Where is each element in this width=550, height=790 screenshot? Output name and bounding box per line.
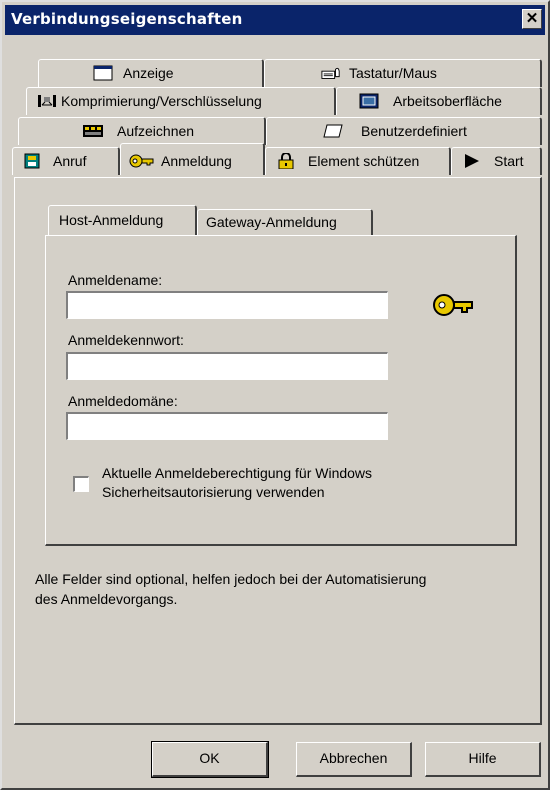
tab-anzeige-label: Anzeige bbox=[123, 65, 174, 81]
record-icon bbox=[83, 125, 103, 137]
tab-arbeitsoberflaeche-label: Arbeitsoberfläche bbox=[393, 93, 502, 109]
tab-anruf[interactable]: Anruf bbox=[12, 147, 120, 175]
tab-aufzeichnen[interactable]: Aufzeichnen bbox=[18, 117, 266, 145]
custom-icon bbox=[323, 124, 343, 138]
info-text-line2: des Anmeldevorgangs. bbox=[35, 591, 178, 607]
tab-anruf-label: Anruf bbox=[53, 153, 87, 169]
desktop-icon bbox=[359, 93, 379, 109]
tab-element-schuetzen-label: Element schützen bbox=[308, 153, 420, 169]
display-icon bbox=[93, 65, 113, 81]
key-icon bbox=[433, 294, 473, 316]
use-windows-credentials-checkbox[interactable] bbox=[73, 476, 89, 492]
cancel-button[interactable]: Abbrechen bbox=[296, 742, 412, 777]
checkbox-label-line2: Sicherheitsautorisierung verwenden bbox=[102, 484, 325, 500]
tab-aufzeichnen-label: Aufzeichnen bbox=[117, 123, 195, 139]
phonebook-icon bbox=[24, 153, 40, 169]
tab-anzeige[interactable]: Anzeige bbox=[38, 59, 264, 87]
tab-benutzerdefiniert[interactable]: Benutzerdefiniert bbox=[266, 117, 542, 145]
password-label: Anmeldekennwort: bbox=[68, 332, 184, 348]
tab-gateway-anmeldung[interactable]: Gateway-Anmeldung bbox=[197, 209, 373, 235]
tab-host-anmeldung-label: Host-Anmeldung bbox=[59, 212, 164, 228]
tab-tastatur-maus[interactable]: Tastatur/Maus bbox=[264, 59, 542, 87]
title-bar[interactable]: Verbindungseigenschaften ✕ bbox=[5, 5, 545, 35]
tab-start-label: Start bbox=[494, 153, 524, 169]
username-label: Anmeldename: bbox=[68, 272, 163, 288]
username-input[interactable] bbox=[66, 291, 388, 319]
compression-icon bbox=[38, 95, 56, 107]
close-button[interactable]: ✕ bbox=[522, 9, 542, 29]
password-input[interactable] bbox=[66, 352, 388, 380]
keyboard-mouse-icon bbox=[321, 67, 340, 79]
close-icon: ✕ bbox=[525, 10, 539, 27]
window-title: Verbindungseigenschaften bbox=[11, 10, 243, 28]
tab-anmeldung[interactable]: Anmeldung bbox=[120, 143, 265, 175]
tab-host-anmeldung[interactable]: Host-Anmeldung bbox=[48, 205, 197, 235]
tab-start[interactable]: Start bbox=[451, 147, 542, 175]
tab-arbeitsoberflaeche[interactable]: Arbeitsoberfläche bbox=[336, 87, 542, 115]
help-button[interactable]: Hilfe bbox=[425, 742, 541, 777]
tab-komprimierung[interactable]: Komprimierung/Verschlüsselung bbox=[26, 87, 336, 115]
domain-label: Anmeldedomäne: bbox=[68, 393, 178, 409]
tab-komprimierung-label: Komprimierung/Verschlüsselung bbox=[61, 93, 262, 109]
domain-input[interactable] bbox=[66, 412, 388, 440]
tab-gateway-anmeldung-label: Gateway-Anmeldung bbox=[206, 214, 337, 230]
lock-icon bbox=[278, 153, 294, 169]
ok-button[interactable]: OK bbox=[151, 741, 269, 778]
dialog-window: Verbindungseigenschaften ✕ Anzeige Tasta… bbox=[0, 0, 550, 790]
info-text-line1: Alle Felder sind optional, helfen jedoch… bbox=[35, 571, 427, 587]
tab-element-schuetzen[interactable]: Element schützen bbox=[265, 147, 451, 175]
checkbox-label-line1: Aktuelle Anmeldeberechtigung für Windows bbox=[102, 465, 373, 481]
tab-benutzerdefiniert-label: Benutzerdefiniert bbox=[361, 123, 467, 139]
play-icon bbox=[465, 154, 479, 168]
tab-anmeldung-label: Anmeldung bbox=[161, 153, 232, 169]
key-icon bbox=[129, 154, 154, 168]
tab-tastatur-maus-label: Tastatur/Maus bbox=[349, 65, 437, 81]
